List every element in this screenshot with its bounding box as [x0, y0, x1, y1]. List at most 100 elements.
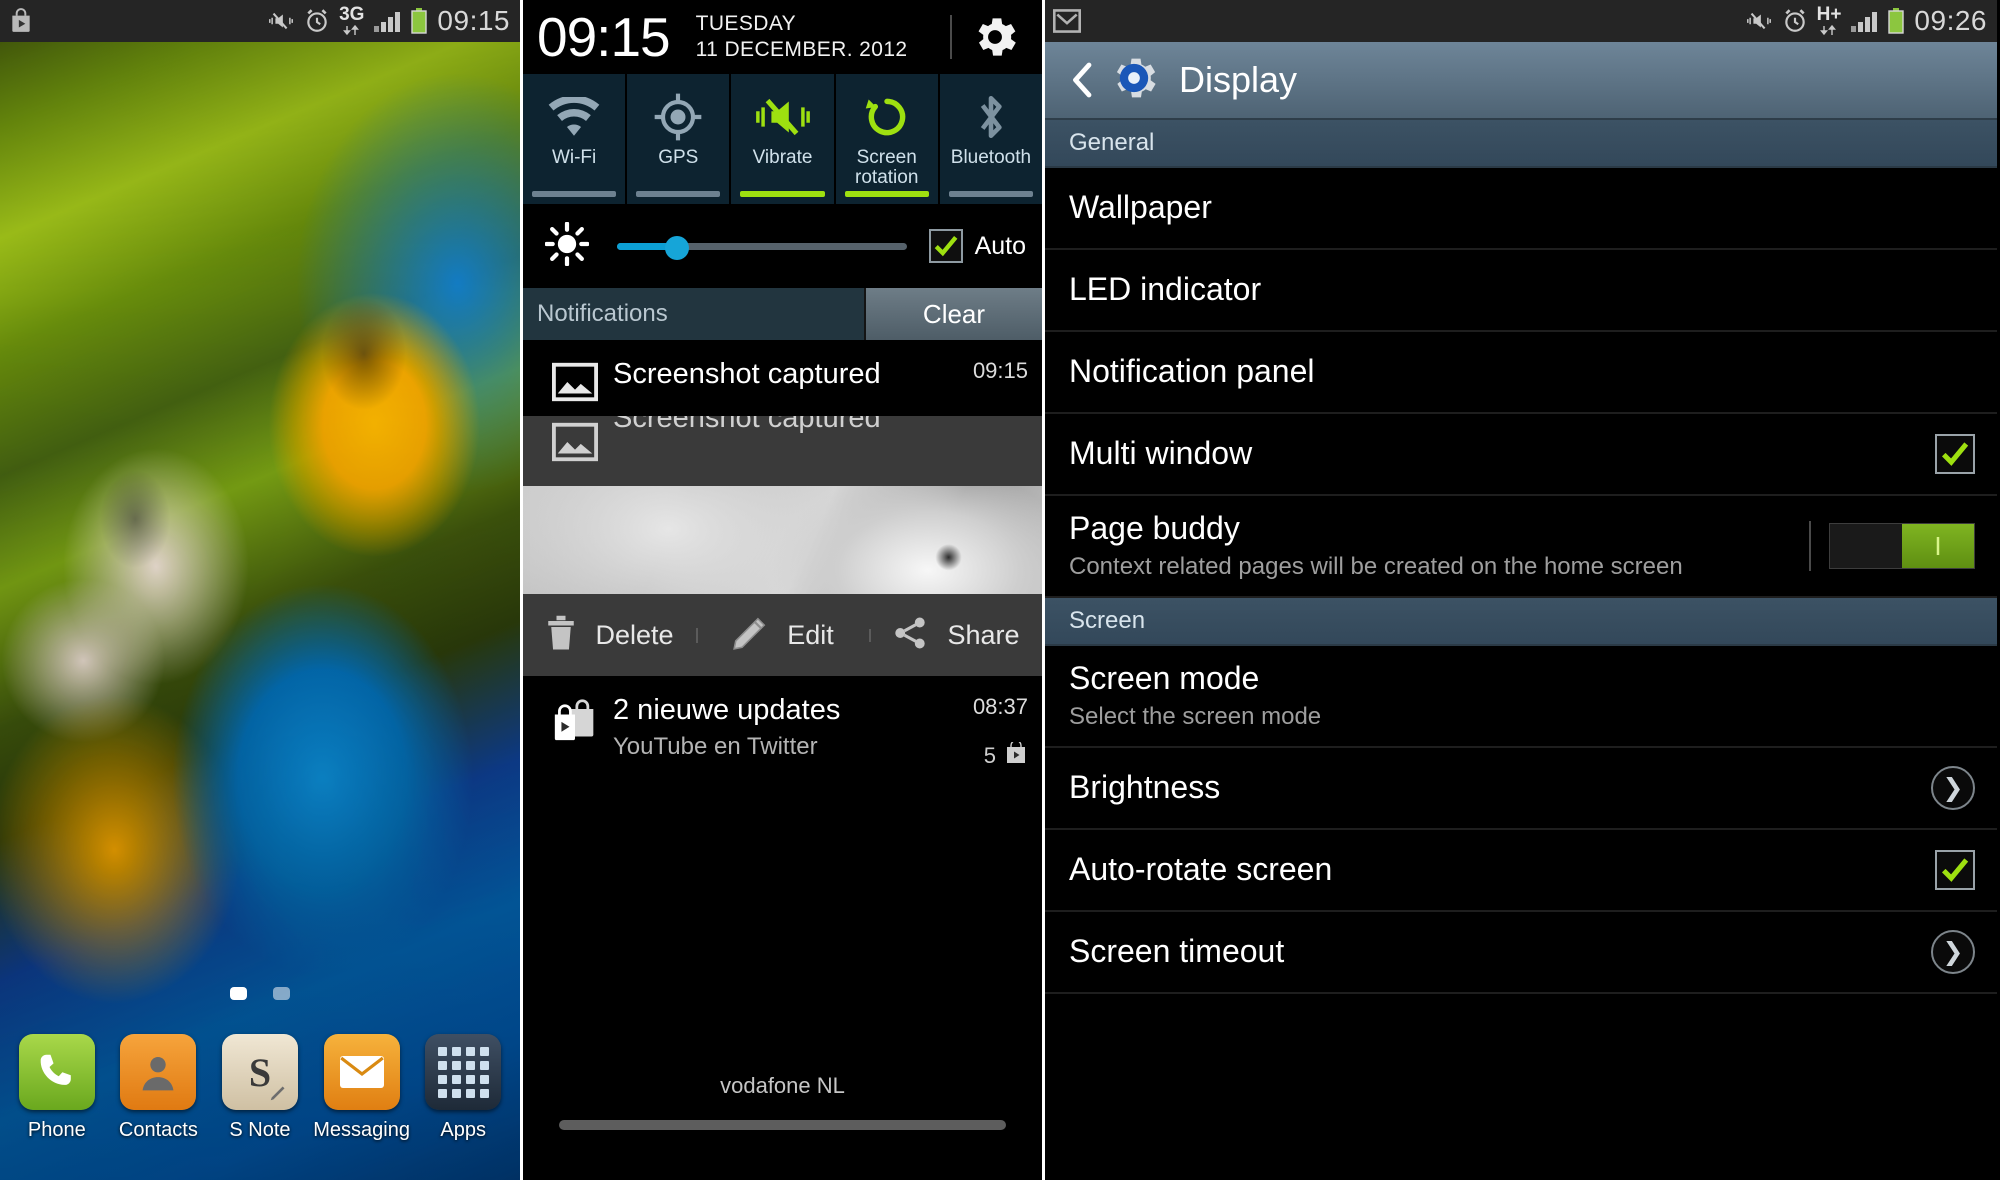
- row-text: Brightness: [1069, 755, 1931, 821]
- clear-notifications-button[interactable]: Clear: [864, 288, 1042, 340]
- notification-body: 2 nieuwe updates YouTube en Twitter: [613, 694, 932, 761]
- row-title: Page buddy: [1069, 510, 1240, 546]
- settings-row-notification-panel[interactable]: Notification panel: [1045, 332, 1997, 414]
- gmail-icon: [1053, 9, 1081, 33]
- edit-button[interactable]: Edit: [696, 614, 869, 657]
- phone-icon: [18, 1034, 95, 1110]
- section-header-screen: Screen: [1045, 597, 1997, 646]
- toggle-label-wifi: Wi-Fi: [551, 147, 597, 168]
- screen-rotation-icon: [862, 88, 912, 146]
- home-status-bar[interactable]: 3G 09:15: [0, 0, 520, 42]
- notification-item-screenshot-peek[interactable]: Screenshot captured: [523, 416, 1042, 486]
- alarm-icon: [304, 8, 330, 34]
- notifications-header-bar: Notifications Clear: [523, 288, 1042, 340]
- pencil-icon: [731, 614, 769, 657]
- apps-grid-icon: [425, 1034, 502, 1110]
- battery-icon: [410, 8, 428, 34]
- dock-item-apps[interactable]: Apps: [414, 1034, 512, 1142]
- screenshot-preview-thumbnail[interactable]: [523, 486, 1042, 594]
- home-page-indicator[interactable]: [0, 987, 520, 1000]
- toggle-gps[interactable]: GPS: [627, 74, 732, 204]
- share-button[interactable]: Share: [869, 615, 1042, 656]
- page-title: Display: [1179, 59, 1298, 100]
- notification-date-block: TUESDAY 11 DECEMBER. 2012: [696, 11, 908, 62]
- settings-row-screen-timeout[interactable]: Screen timeout ❯: [1045, 911, 1997, 994]
- row-title: LED indicator: [1069, 271, 1262, 308]
- toggle-label-bluetooth: Bluetooth: [950, 147, 1032, 168]
- dock-item-messaging[interactable]: Messaging: [313, 1034, 411, 1142]
- brightness-knob[interactable]: [664, 236, 689, 260]
- settings-row-led-indicator[interactable]: LED indicator: [1045, 250, 1997, 332]
- notification-item-screenshot[interactable]: Screenshot captured 09:15: [523, 340, 1042, 416]
- home-status-clock: 09:15: [437, 5, 510, 36]
- notification-subtitle: YouTube en Twitter: [613, 733, 818, 761]
- switch-off-half: [1830, 523, 1902, 568]
- settings-row-screen-mode[interactable]: Screen mode Select the screen mode: [1045, 645, 1997, 748]
- notification-peek-title: Screenshot captured: [613, 416, 881, 434]
- home-dock: Phone Contacts S S Note Messaging Apps: [0, 1020, 520, 1180]
- edit-label: Edit: [787, 619, 834, 650]
- multi-window-checkbox[interactable]: [1935, 434, 1975, 474]
- image-icon: [537, 358, 613, 402]
- settings-row-page-buddy[interactable]: Page buddy Context related pages will be…: [1045, 496, 1997, 598]
- signal-bars-icon: [1850, 9, 1878, 33]
- settings-row-wallpaper[interactable]: Wallpaper: [1045, 168, 1997, 250]
- page-buddy-toggle-wrap: I: [1809, 520, 1975, 571]
- dock-label-apps: Apps: [440, 1119, 486, 1141]
- panel-drag-handle[interactable]: [559, 1120, 1006, 1130]
- toggle-label-screen-rotation: Screen rotation: [855, 147, 919, 188]
- delete-button[interactable]: Delete: [523, 615, 696, 656]
- toggle-vibrate[interactable]: Vibrate: [731, 74, 836, 204]
- notification-count: 5: [940, 739, 1028, 770]
- toggle-bluetooth[interactable]: Bluetooth: [940, 74, 1042, 204]
- dock-item-phone[interactable]: Phone: [8, 1034, 106, 1142]
- row-title: Brightness: [1069, 768, 1221, 805]
- chevron-right-icon[interactable]: ❯: [1931, 929, 1975, 974]
- dock-item-snote[interactable]: S S Note: [211, 1034, 309, 1142]
- brightness-slider[interactable]: [617, 236, 907, 260]
- panel-drag-handle-wrap[interactable]: [523, 1112, 1042, 1138]
- alarm-icon: [1782, 8, 1808, 34]
- row-title: Notification panel: [1069, 353, 1315, 390]
- auto-rotate-checkbox[interactable]: [1935, 849, 1975, 890]
- trash-icon: [545, 615, 577, 656]
- notification-title: 2 nieuwe updates: [613, 694, 841, 726]
- toggle-screen-rotation[interactable]: Screen rotation: [836, 74, 940, 204]
- section-label: Screen: [1069, 606, 1146, 634]
- auto-brightness-checkbox[interactable]: [928, 229, 963, 263]
- row-text: LED indicator: [1069, 257, 1975, 323]
- settings-shortcut-button[interactable]: [952, 11, 1038, 63]
- status-bar-left-icons: [8, 8, 34, 34]
- row-text: Auto-rotate screen: [1069, 837, 1935, 903]
- network-type-label: H+: [1816, 4, 1842, 26]
- row-subtitle: Select the screen mode: [1069, 702, 1322, 730]
- toggle-state-bar-screen-rotation: [844, 191, 929, 197]
- notification-title: Screenshot captured: [613, 358, 881, 390]
- settings-row-brightness[interactable]: Brightness ❯: [1045, 747, 1997, 830]
- page-buddy-switch[interactable]: I: [1829, 522, 1975, 569]
- settings-status-bar[interactable]: H+ 09:26: [1045, 0, 1997, 42]
- back-button[interactable]: [1061, 62, 1105, 98]
- settings-row-auto-rotate[interactable]: Auto-rotate screen: [1045, 829, 1997, 912]
- page-dot-active[interactable]: [230, 987, 247, 1000]
- toggle-state-bar-gps: [636, 191, 721, 197]
- image-icon: [537, 416, 613, 462]
- dock-label-messaging: Messaging: [313, 1119, 410, 1141]
- settings-action-bar: Display: [1045, 42, 1997, 120]
- brightness-auto-toggle[interactable]: Auto: [928, 229, 1026, 263]
- notification-header: 09:15 TUESDAY 11 DECEMBER. 2012: [523, 0, 1042, 74]
- row-text: Multi window: [1069, 421, 1935, 487]
- 3g-data-icon: 3G: [339, 5, 364, 35]
- row-text: Screen timeout: [1069, 919, 1931, 985]
- page-dot[interactable]: [273, 987, 290, 1000]
- dock-item-contacts[interactable]: Contacts: [109, 1034, 207, 1142]
- three-phone-screenshots: 3G 09:15 Phone Contacts S S Note Messagi…: [0, 0, 2000, 1180]
- dock-label-snote: S Note: [229, 1119, 291, 1141]
- notification-time: 09:15: [972, 358, 1028, 383]
- toggle-wifi[interactable]: Wi-Fi: [523, 74, 628, 204]
- chevron-right-icon[interactable]: ❯: [1931, 765, 1975, 810]
- notification-item-updates[interactable]: 2 nieuwe updates YouTube en Twitter 08:3…: [523, 676, 1042, 784]
- notification-body: Screenshot captured: [613, 358, 932, 391]
- settings-row-multi-window[interactable]: Multi window: [1045, 414, 1997, 496]
- row-divider: [1809, 520, 1811, 571]
